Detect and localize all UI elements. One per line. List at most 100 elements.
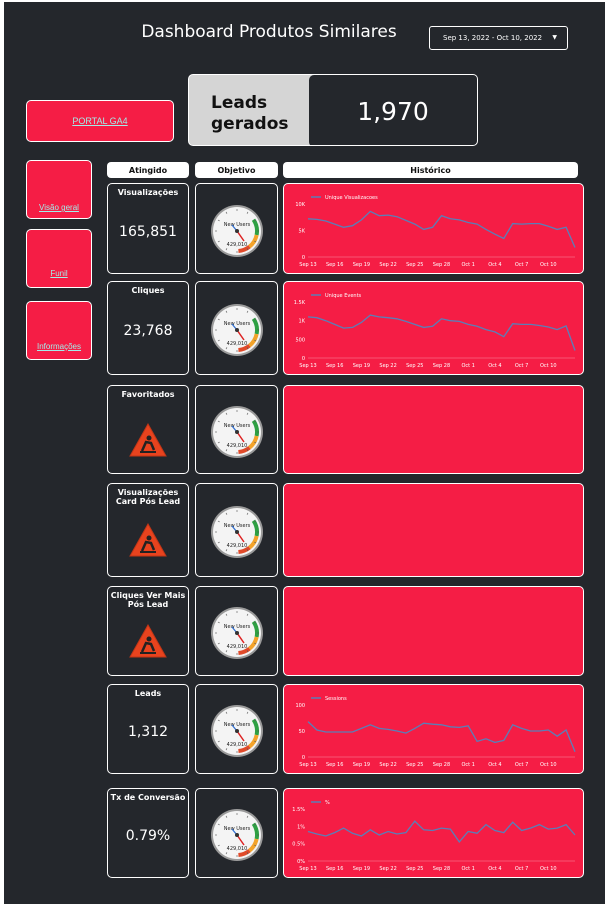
date-range-value: Sep 13, 2022 - Oct 10, 2022 [443,34,543,42]
history-card-favoritados [283,385,584,474]
x-tick-label: Sep 25 [406,762,423,768]
goal-card-cliques: New Users 429,010 [195,281,278,375]
history-card-cliques-ver-mais-pos-lead [283,586,584,676]
gauge-value: 429,010 [227,341,248,347]
nav-informacoes[interactable]: Informações [26,301,92,360]
x-tick-label: Oct 7 [515,363,528,369]
leads-kpi-value: 1,970 [309,75,477,145]
y-tick-label: 1.5% [292,807,305,813]
y-tick-label: 0% [297,859,305,865]
metric-label: Visualizações Card Pós Lead [115,488,181,506]
x-tick-label: Sep 13 [299,762,316,768]
x-tick-label: Sep 22 [379,866,396,872]
y-tick-label: 500 [295,337,305,343]
portal-ga4-link[interactable]: PORTAL GA4 [72,116,127,126]
gauge-wrapper: New Users 429,010 [210,405,264,459]
x-tick-label: Oct 7 [515,262,528,268]
x-tick-label: Oct 10 [540,363,557,369]
portal-ga4-button[interactable]: PORTAL GA4 [26,100,174,142]
metric-label: Favoritados [121,390,175,399]
gauge-label: New Users [224,826,251,832]
metric-value: 165,851 [119,223,177,240]
x-tick-label: Oct 4 [488,866,501,872]
series-line [307,721,576,753]
y-tick-label: 50 [299,729,305,735]
x-tick-label: Sep 13 [299,262,316,268]
gauge-label: New Users [224,321,251,327]
gauge-label: New Users [224,523,251,529]
metric-label: Tx de Conversão [110,793,186,802]
metric-card-cliques: Cliques 23,768 [107,281,189,375]
series-line [307,820,576,843]
x-tick-label: Sep 16 [326,866,343,872]
leads-kpi-label-line1: Leads [211,93,268,113]
x-tick-label: Sep 19 [353,866,370,872]
goal-card-visualizacoes-card-pos-lead: New Users 429,010 [195,483,278,577]
metric-card-cliques-ver-mais-pos-lead: Cliques Ver Mais Pós Lead [107,586,189,676]
leads-kpi-label: Leads gerados [189,75,309,145]
gauge-wrapper: New Users 429,010 [210,704,264,758]
metric-card-tx-de-conversao: Tx de Conversão 0.79% [107,788,189,878]
y-tick-label: 1% [297,824,305,830]
under-construction-wrapper [129,522,167,557]
metric-value: 0.79% [125,828,171,844]
x-tick-label: Sep 19 [353,363,370,369]
nav-funil-link[interactable]: Funil [50,269,67,278]
nav-visao-geral[interactable]: Visão geral [26,160,92,219]
nav-informacoes-link[interactable]: Informações [37,342,81,351]
y-tick-label: 1K [299,319,306,325]
x-tick-label: Oct 1 [461,866,474,872]
metric-card-leads: Leads 1,312 [107,684,189,774]
x-tick-label: Oct 10 [540,866,557,872]
x-tick-label: Sep 25 [406,866,423,872]
gauge-icon: New Users 429,010 [211,304,263,356]
y-tick-label: 0 [302,356,305,362]
metric-label: Leads [134,689,162,698]
gauge-icon: New Users 429,010 [211,204,263,257]
history-line-chart: % 0% 0.5% 1% 1.5% Sep 13 Sep 16 Sep 19 Sep 22 Sep… [292,800,576,872]
history-card-visualizacoes-card-pos-lead [283,483,584,577]
nav-visao-geral-link[interactable]: Visão geral [39,203,79,212]
x-tick-label: Sep 22 [379,262,396,268]
goal-card-tx-de-conversao: New Users 429,010 [195,788,278,878]
x-tick-label: Sep 22 [379,363,396,369]
column-header-atingido: Atingido [107,162,189,178]
x-tick-label: Sep 25 [406,262,423,268]
column-header-objetivo: Objetivo [195,162,278,178]
y-tick-label: 0 [302,755,305,761]
legend-label: Sessions [325,696,347,702]
x-tick-label: Oct 4 [488,262,501,268]
goal-card-cliques-ver-mais-pos-lead: New Users 429,010 [195,586,278,676]
x-tick-label: Sep 13 [299,866,316,872]
legend-label: Unique Events [325,293,362,299]
x-tick-label: Sep 19 [353,262,370,268]
x-tick-label: Oct 7 [515,866,528,872]
goal-card-leads: New Users 429,010 [195,684,278,774]
y-tick-label: 10K [295,202,305,208]
history-line-chart: Unique Events 0 500 1K 1.5K Sep 13 Sep 16 Sep 1… [294,293,576,369]
goal-card-visualizacoes: New Users 429,010 [195,183,278,274]
x-tick-label: Sep 16 [326,363,343,369]
caret-down-icon[interactable]: ▼ [552,34,557,41]
metric-label: Cliques [131,286,165,295]
nav-funil[interactable]: Funil [26,229,92,288]
x-tick-label: Sep 28 [433,762,450,768]
goal-card-favoritados: New Users 429,010 [195,385,278,474]
under-construction-icon [129,623,167,658]
metric-label: Visualizações [117,188,179,197]
y-tick-label: 5K [299,229,306,235]
x-tick-label: Oct 4 [488,363,501,369]
page-title: Dashboard Produtos Similares [141,22,397,42]
metric-card-visualizacoes-card-pos-lead: Visualizações Card Pós Lead [107,483,189,577]
metric-value: 23,768 [123,323,173,339]
gauge-label: New Users [224,423,251,429]
x-tick-label: Sep 28 [433,363,450,369]
column-header-historico: Histórico [283,162,578,178]
history-line-chart: Sessions 0 50 100 Sep 13 Sep 16 Sep 19 Sep 22 Se… [295,696,576,768]
x-tick-label: Oct 4 [488,762,501,768]
x-tick-label: Sep 16 [326,762,343,768]
gauge-value: 429,010 [227,644,248,650]
date-range-picker[interactable]: Sep 13, 2022 - Oct 10, 2022 ▼ [429,26,568,50]
gauge-value: 429,010 [227,242,248,248]
under-construction-icon [129,522,167,557]
